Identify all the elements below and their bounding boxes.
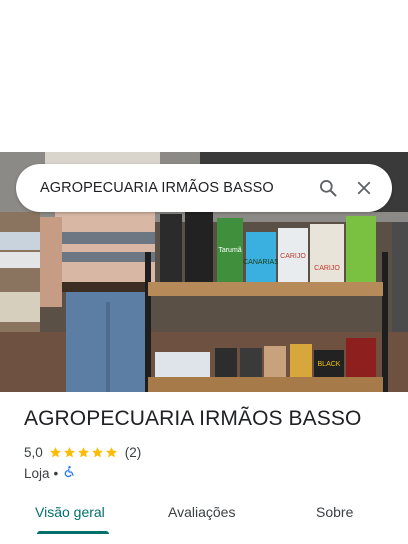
star-icon	[105, 447, 117, 458]
category-row: Loja •	[24, 465, 76, 481]
wheelchair-icon[interactable]	[63, 465, 76, 481]
rating-value: 5,0	[24, 445, 43, 460]
active-tab-indicator	[37, 531, 109, 534]
product-label: CARIJO	[280, 253, 306, 260]
map-area	[0, 0, 408, 152]
category-separator: •	[53, 465, 59, 481]
product-label: BLACK	[318, 361, 341, 368]
tab-reviews[interactable]: Avaliações	[168, 504, 235, 520]
product-label: CANARIAS	[243, 259, 279, 266]
tab-overview[interactable]: Visão geral	[35, 504, 105, 520]
star-icon	[49, 447, 61, 458]
star-icon	[77, 447, 89, 458]
search-icon[interactable]	[314, 174, 342, 202]
tab-about[interactable]: Sobre	[316, 504, 353, 520]
category-label: Loja	[24, 465, 50, 481]
product-label: CARIJO	[314, 265, 340, 272]
search-bar[interactable]: AGROPECUARIA IRMÃOS BASSO	[16, 164, 392, 212]
place-tabs: Visão geral Avaliações Sobre	[0, 498, 408, 544]
star-icon	[91, 447, 103, 458]
star-icon	[63, 447, 75, 458]
review-count[interactable]: (2)	[125, 445, 142, 460]
product-label: Tarumã	[218, 247, 241, 254]
rating-row[interactable]: 5,0 (2)	[24, 445, 141, 460]
search-input[interactable]: AGROPECUARIA IRMÃOS BASSO	[40, 180, 314, 196]
close-icon[interactable]	[350, 174, 378, 202]
place-title: AGROPECUARIA IRMÃOS BASSO	[24, 407, 362, 430]
star-rating	[49, 446, 119, 459]
